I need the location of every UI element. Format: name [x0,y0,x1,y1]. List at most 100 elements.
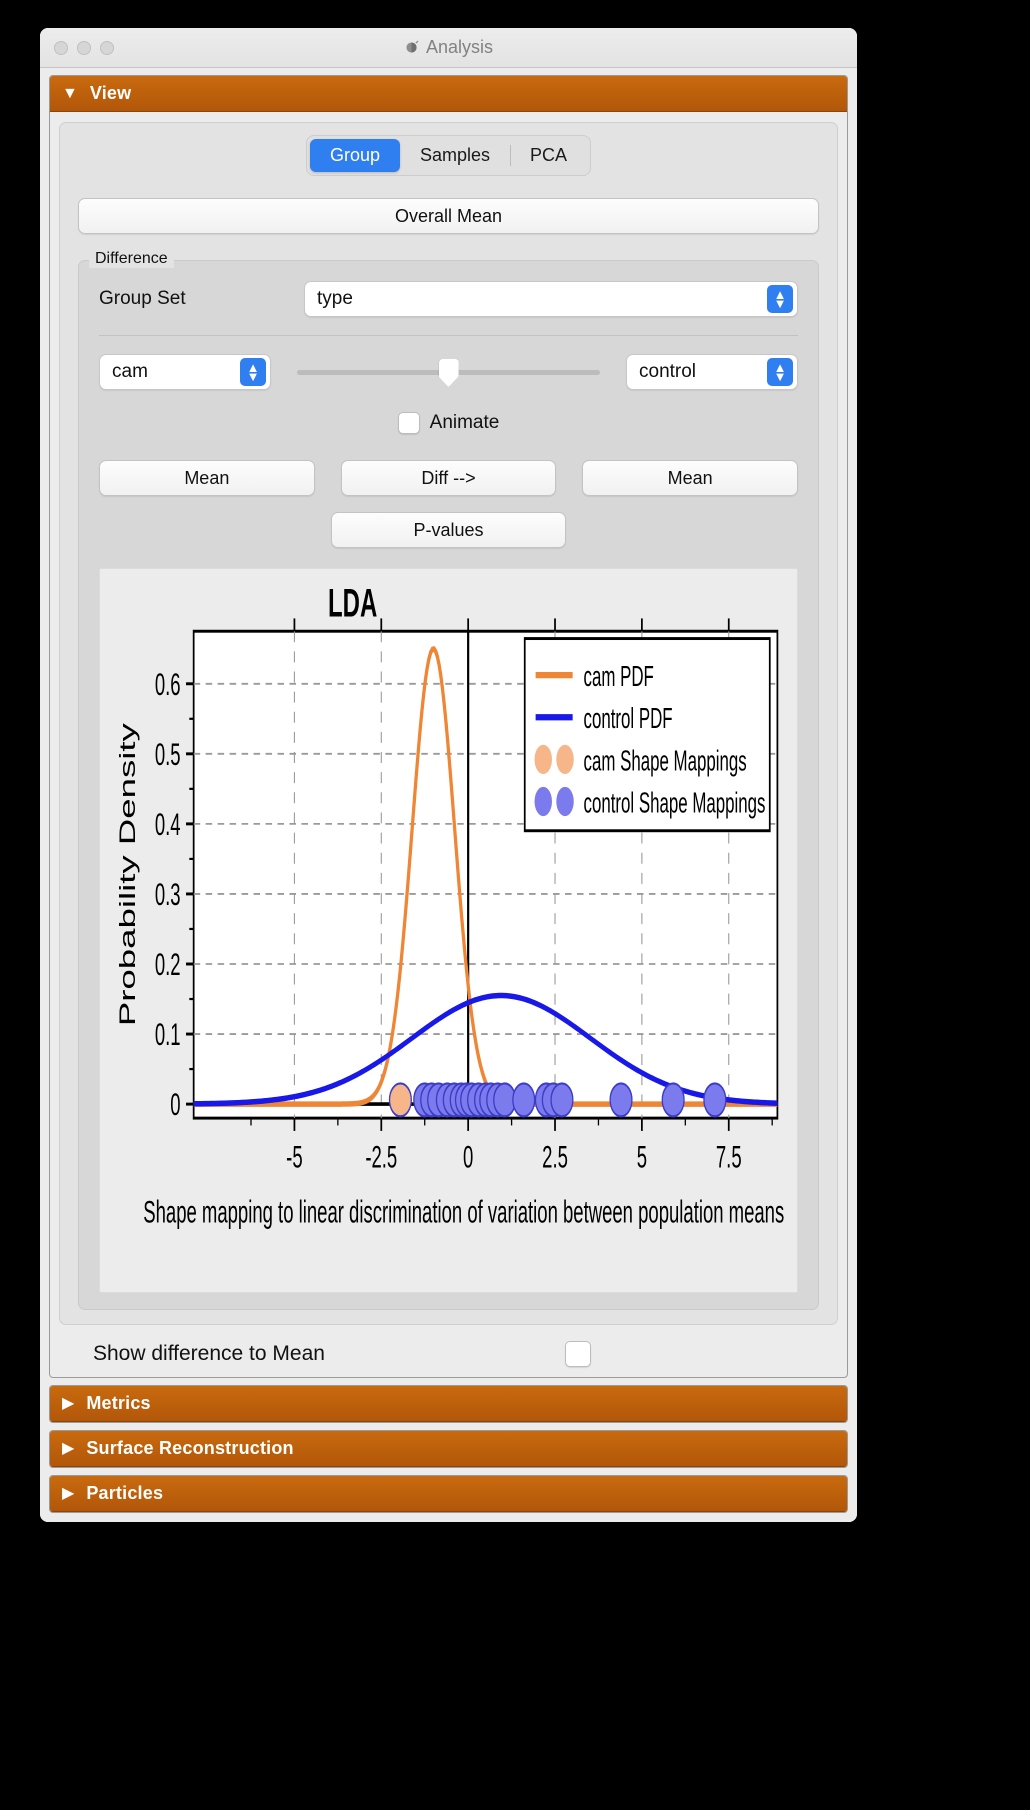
legend-dot-swatch [534,744,552,775]
accordion-particles: ▶ Particles [49,1475,848,1513]
accordion-metrics: ▶ Metrics [49,1385,848,1423]
group-set-value: type [317,288,353,309]
y-tick-label: 0.1 [155,1018,181,1052]
window-traffic-lights[interactable] [54,40,114,55]
x-tick-label: -5 [286,1141,302,1175]
right-mean-label: Mean [667,467,713,488]
x-tick-label: -2.5 [365,1141,397,1175]
animate-checkbox[interactable] [397,412,420,434]
difference-fieldset: Difference Group Set type ▲ ▼ cam ▲ ▼ co… [78,250,819,1310]
window-titlebar: Analysis [40,28,857,68]
left-mean-label: Mean [184,467,230,488]
chevron-updown-icon[interactable]: ▲ ▼ [767,358,793,386]
overall-mean-button[interactable]: Overall Mean [78,198,819,234]
y-tick-label: 0.5 [155,738,181,772]
chevron-updown-icon[interactable]: ▲ ▼ [240,358,266,386]
show-difference-checkbox[interactable] [564,1341,591,1367]
x-axis-label: Shape mapping to linear discrimination o… [143,1196,784,1230]
window-title-group: Analysis [40,28,857,67]
legend-label: cam Shape Mappings [584,745,747,777]
x-tick-label: 2.5 [542,1141,568,1175]
accordion-surface-reconstruction: ▶ Surface Reconstruction [49,1430,848,1468]
group-set-row: Group Set type ▲ ▼ [99,281,798,317]
left-group-value: cam [112,361,148,382]
legend-label: cam PDF [584,661,654,693]
accordion-view: ▼ View Group Samples PCA Overall Mean Di… [49,75,848,1378]
y-tick-label: 0 [170,1088,180,1122]
chevron-right-icon: ▶ [62,1439,75,1457]
accordion-title-metrics: Metrics [86,1393,151,1413]
scatter-dot [512,1082,536,1118]
accordion-body-view: Group Samples PCA Overall Mean Differenc… [50,112,847,1377]
window-title: Analysis [425,37,494,57]
mean-diff-button-row: Mean Diff --> Mean [99,460,799,496]
maximize-button[interactable] [100,40,114,55]
tab-group-label: Group [329,145,380,165]
show-difference-row: Show difference to Mean [59,1341,838,1367]
left-mean-button[interactable]: Mean [99,460,315,496]
x-tick-label: 5 [637,1141,647,1175]
diff-button[interactable]: Diff --> [340,460,557,496]
y-tick-label: 0.2 [155,948,181,982]
difference-legend: Difference [89,250,174,268]
legend-label: control Shape Mappings [584,787,766,819]
tab-group-button[interactable]: Group [309,139,400,172]
tab-samples-label: Samples [419,145,491,165]
group-set-select[interactable]: type ▲ ▼ [304,281,798,317]
difference-slider[interactable] [297,357,600,387]
y-tick-label: 0.6 [155,668,181,702]
animate-label: Animate [429,412,500,433]
right-group-select[interactable]: control ▲ ▼ [626,354,798,390]
lda-chart-svg: LDA -5 -2.5 0 2.5 5 7.5 0 0.1 0.2 0.3 0.4 0.5 0.6 Prob… [100,569,797,1292]
accordion-title-particles: Particles [86,1483,164,1503]
accordion-header-metrics[interactable]: ▶ Metrics [50,1386,847,1422]
y-tick-label: 0.4 [155,808,181,842]
scatter-dot [661,1082,685,1118]
y-axis-label: Probability Density [116,723,140,1026]
y-tick-label: 0.3 [155,878,181,912]
tab-group: Group Samples PCA [305,135,592,176]
left-group-select[interactable]: cam ▲ ▼ [99,354,271,390]
scatter-dot [388,1082,412,1118]
app-icon [406,40,419,53]
minimize-button[interactable] [77,40,91,55]
analysis-window: Analysis ▼ View Group Samples PCA Overal… [40,28,857,1522]
legend-dot-swatch [556,786,574,817]
tab-pca-label: PCA [530,145,568,165]
x-tick-label: 7.5 [716,1141,742,1175]
p-values-label: P-values [413,519,484,540]
tab-samples-button[interactable]: Samples [400,139,510,172]
animate-row: Animate [99,412,798,434]
close-button[interactable] [54,40,68,55]
show-difference-label: Show difference to Mean [93,1342,325,1365]
group-panel: Group Samples PCA Overall Mean Differenc… [59,122,838,1325]
accordion-title-surface-reconstruction: Surface Reconstruction [86,1438,294,1458]
slider-knob[interactable] [438,359,459,387]
scatter-dot [609,1082,633,1118]
window-content: ▼ View Group Samples PCA Overall Mean Di… [40,68,857,1522]
lda-chart: LDA -5 -2.5 0 2.5 5 7.5 0 0.1 0.2 0.3 0.4 0.5 0.6 Prob… [99,568,798,1293]
accordion-header-view[interactable]: ▼ View [50,76,847,112]
right-group-value: control [639,361,697,382]
divider [99,335,798,336]
accordion-title-view: View [89,83,132,103]
chevron-down-icon: ▼ [62,84,78,102]
p-values-row: P-values [99,512,798,548]
scatter-dot [550,1082,574,1118]
tab-pca-button[interactable]: PCA [510,139,587,172]
chevron-right-icon: ▶ [62,1394,75,1412]
overall-mean-label: Overall Mean [394,205,503,226]
right-mean-button[interactable]: Mean [582,460,799,496]
chevron-updown-icon[interactable]: ▲ ▼ [767,285,793,313]
group-set-label: Group Set [99,288,186,309]
diff-label: Diff --> [421,467,476,488]
accordion-header-surface-reconstruction[interactable]: ▶ Surface Reconstruction [50,1431,847,1467]
tabbar: Group Samples PCA [78,135,819,176]
legend-dot-swatch [556,744,574,775]
legend-dot-swatch [534,786,552,817]
group-compare-row: cam ▲ ▼ control ▲ ▼ [99,354,798,390]
x-tick-label: 0 [463,1141,473,1175]
accordion-header-particles[interactable]: ▶ Particles [50,1476,847,1512]
p-values-button[interactable]: P-values [331,512,566,548]
scatter-dot [703,1082,727,1118]
